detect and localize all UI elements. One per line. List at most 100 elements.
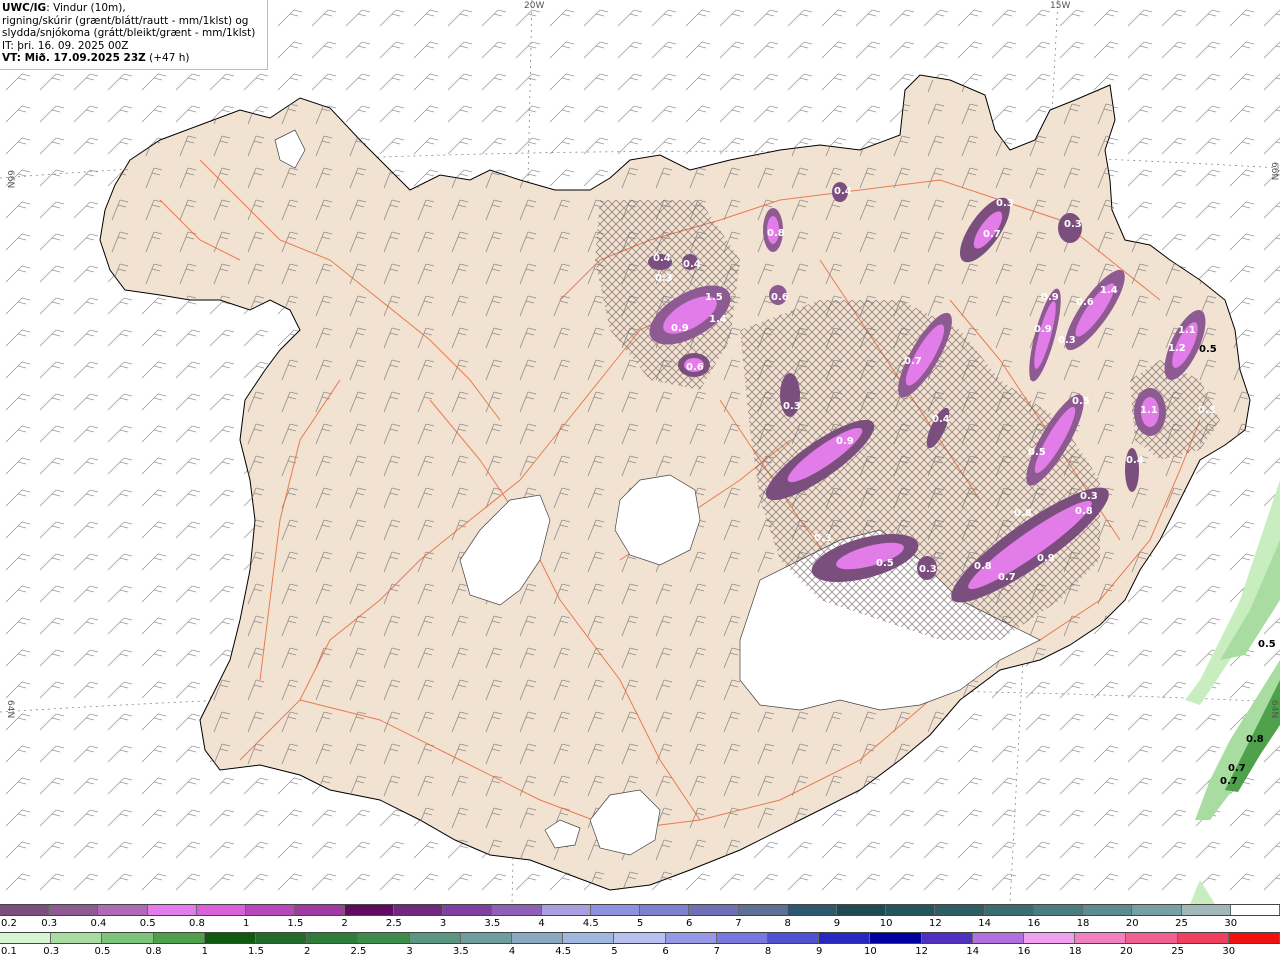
precip-value: 0.8 <box>767 228 785 239</box>
title-line-1-rest: : Vindur (10m), <box>46 2 126 14</box>
precip-value: 0.3 <box>996 198 1014 209</box>
precip-value: 1.4 <box>1100 285 1118 296</box>
snow-scale-swatch <box>1181 905 1231 915</box>
snow-scale-tick-label: 30 <box>1224 918 1238 929</box>
rain-scale-swatch <box>153 933 205 943</box>
initial-time: IT: þri. 16. 09. 2025 00Z <box>2 39 129 52</box>
snow-scale-swatch <box>541 905 591 915</box>
rain-colorbar-labels: 0.1 0.3 0.5 0.8 1 1.5 2 2.5 3 3.5 4 4.5 5 6 7 8 9 10 12 14 1… <box>0 946 1280 958</box>
snow-scale-swatch <box>787 905 837 915</box>
rain-scale-tick-label: 2 <box>304 946 311 957</box>
snow-scale-tick-label: 18 <box>1076 918 1090 929</box>
snow-scale-swatch <box>0 905 50 915</box>
snow-scale-tick-label: 0.5 <box>139 918 156 929</box>
lat-label-66n-left: 66N <box>5 170 15 188</box>
snow-scale-swatch <box>49 905 99 915</box>
rain-scale-tick-label: 1.5 <box>248 946 264 957</box>
precip-value: 0.4 <box>1126 455 1144 466</box>
precip-value: 0.9 <box>836 436 854 447</box>
precip-value: 0.5 <box>1072 396 1090 407</box>
rain-scale-tick-label: 30 <box>1222 946 1236 957</box>
snow-scale-swatch <box>492 905 542 915</box>
snow-scale-swatch <box>295 905 345 915</box>
title-line-3: slydda/snjókoma (grátt/bleikt/grænt - mm… <box>2 27 256 39</box>
rain-scale-swatch <box>409 933 461 943</box>
rain-scale-tick-label: 4 <box>508 946 516 957</box>
rain-scale-swatch <box>460 933 513 943</box>
snow-scale-swatch <box>590 905 641 915</box>
snow-scale-tick-label: 6 <box>686 918 693 929</box>
precip-value: 0.7 <box>998 572 1016 583</box>
precip-value: 0.7 <box>983 229 1001 240</box>
snow-scale-swatch <box>1132 905 1182 915</box>
rain-scale-swatch <box>768 933 820 943</box>
rain-scale-swatch <box>819 933 871 943</box>
rain-scale-swatch <box>1126 933 1178 943</box>
snow-scale-tick-label: 3 <box>439 918 447 929</box>
rain-colorbar <box>0 932 1280 944</box>
rain-scale-tick-label: 0.8 <box>145 946 162 957</box>
snow-scale-swatch <box>984 905 1034 915</box>
title-box: UWC/IG: Vindur (10m), rigning/skúrir (gr… <box>0 0 268 70</box>
precip-value: 0.9 <box>1034 324 1052 335</box>
snow-scale-swatch <box>836 905 887 915</box>
precip-value: 0.3 <box>1064 219 1082 230</box>
rain-scale-swatch <box>1024 933 1076 943</box>
snow-scale-tick-label: 14 <box>978 918 991 929</box>
precip-value: 0.8 <box>1014 508 1032 519</box>
precip-value: 0.3 <box>1198 405 1216 416</box>
precip-value: 0.3 <box>814 533 832 544</box>
precip-value: 0.9 <box>1041 292 1059 303</box>
snow-scale-tick-label: 7 <box>735 918 742 929</box>
snow-scale-tick-label: 2.5 <box>385 918 402 929</box>
rain-scale-tick-label: 12 <box>915 946 928 957</box>
rain-scale-tick-label: 18 <box>1068 946 1082 957</box>
snow-scale-tick-label: 1.5 <box>287 918 304 929</box>
snow-scale-swatch <box>640 905 690 915</box>
rain-scale-tick-label: 3 <box>406 946 413 957</box>
rain-scale-swatch <box>972 933 1025 943</box>
lon-label-20w: 20W <box>524 1 544 11</box>
product-code: UWC/IG <box>2 2 47 14</box>
precip-value: 0.3 <box>1080 491 1098 502</box>
rain-scale-tick-label: 10 <box>864 946 877 957</box>
snow-colorbar-labels: 0.2 0.3 0.4 0.5 0.8 1 1.5 2 2.5 3 3.5 4 4.5 5 6 7 8 9 10 12… <box>0 918 1280 930</box>
snow-colorbar <box>0 904 1280 916</box>
rain-scale-tick-label: 20 <box>1120 946 1133 957</box>
rain-scale-tick-label: 0.5 <box>94 946 111 957</box>
rain-scale-swatch <box>870 933 922 943</box>
rain-value: 0.7 <box>1228 763 1246 774</box>
rain-scale-tick-label: 2.5 <box>350 946 367 957</box>
precip-value: 1.1 <box>1178 325 1196 336</box>
rain-scale-swatch <box>1228 933 1280 943</box>
precip-value: 0.3 <box>655 273 673 284</box>
precip-value: 0.4 <box>653 253 671 264</box>
rain-scale-tick-label: 14 <box>966 946 980 957</box>
valid-time-line: VT: Mið. 17.09.2025 23Z (+47 h) <box>2 52 265 65</box>
snow-scale-tick-label: 0.2 <box>1 918 17 929</box>
rain-scale-tick-label: 16 <box>1017 946 1031 957</box>
rain-value: 0.8 <box>1246 734 1264 745</box>
precip-value: 0.9 <box>1037 553 1055 564</box>
snow-scale-tick-label: 0.3 <box>41 918 58 929</box>
title-line-1: UWC/IG: Vindur (10m), <box>2 2 265 15</box>
rain-scale-tick-label: 1 <box>201 946 208 957</box>
precip-value: 0.4 <box>932 414 950 425</box>
snow-scale-tick-label: 8 <box>784 918 791 929</box>
snow-scale-swatch <box>393 905 444 915</box>
rain-scale-tick-label: 5 <box>611 946 618 957</box>
snow-scale-tick-label: 2 <box>341 918 348 929</box>
snow-scale-swatch <box>1230 905 1280 915</box>
rain-scale-swatch <box>358 933 410 943</box>
precip-value: 0.8 <box>974 561 992 572</box>
precip-value: 0.5 <box>1028 447 1046 458</box>
precip-value: 0.3 <box>1058 335 1076 346</box>
rain-scale-swatch <box>102 933 154 943</box>
snow-scale-tick-label: 12 <box>929 918 942 929</box>
snow-scale-swatch <box>344 905 394 915</box>
lat-label-66n-right: 66N <box>1269 162 1279 180</box>
precip-value: 0.5 <box>876 558 894 569</box>
snow-scale-tick-label: 16 <box>1027 918 1041 929</box>
rain-scale-tick-label: 9 <box>816 946 823 957</box>
rain-scale-swatch <box>1075 933 1127 943</box>
